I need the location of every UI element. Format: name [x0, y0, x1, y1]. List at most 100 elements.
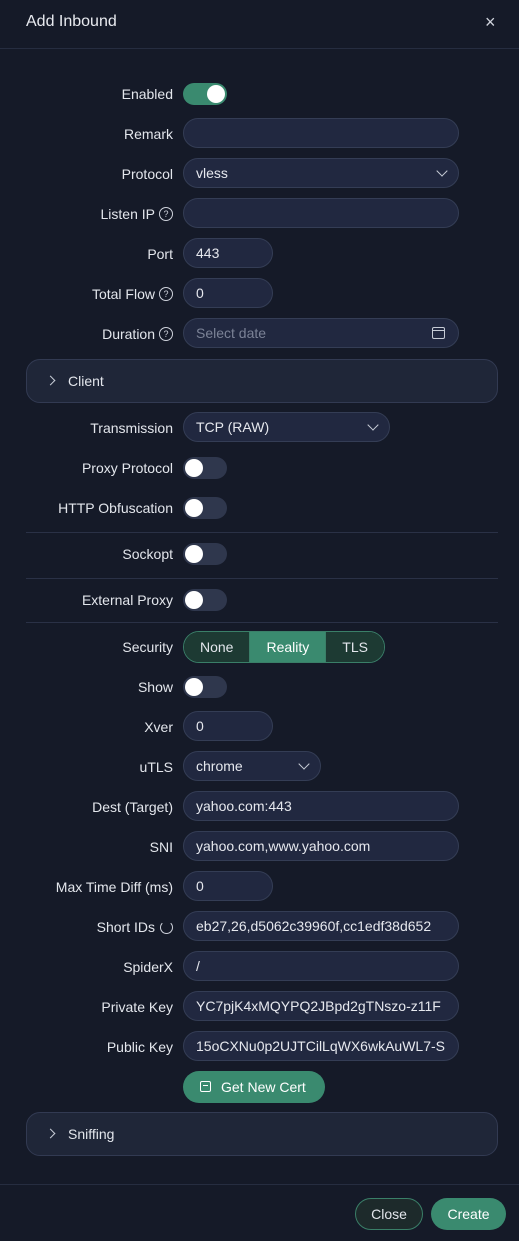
chevron-down-icon — [436, 165, 448, 177]
sockopt-row: Sockopt — [0, 538, 519, 570]
toggle-knob — [185, 678, 203, 696]
transmission-label: Transmission — [90, 420, 173, 436]
sni-input[interactable]: yahoo.com,www.yahoo.com — [183, 831, 459, 861]
short-ids-label: Short IDs — [96, 919, 155, 935]
duration-row: Duration? Select date — [0, 318, 519, 350]
enabled-row: Enabled — [0, 78, 519, 110]
max-time-diff-label: Max Time Diff (ms) — [55, 879, 173, 895]
show-toggle[interactable] — [183, 676, 227, 698]
get-cert-row: Get New Cert — [0, 1071, 519, 1103]
max-time-diff-input[interactable]: 0 — [183, 871, 273, 901]
total-flow-label-wrap: Total Flow? — [92, 278, 173, 310]
help-icon[interactable]: ? — [159, 207, 173, 222]
proxy-protocol-row: Proxy Protocol — [0, 452, 519, 484]
toggle-knob — [207, 85, 225, 103]
sockopt-label: Sockopt — [122, 546, 173, 562]
certificate-icon — [200, 1081, 211, 1092]
sni-label: SNI — [149, 839, 173, 855]
xver-input[interactable]: 0 — [183, 711, 273, 741]
sni-row: SNI yahoo.com,www.yahoo.com — [0, 831, 519, 863]
divider — [26, 532, 498, 533]
security-option-none[interactable]: None — [184, 632, 251, 662]
external-proxy-row: External Proxy — [0, 584, 519, 616]
chevron-down-icon — [367, 419, 379, 431]
utls-label: uTLS — [139, 759, 173, 775]
help-icon[interactable]: ? — [159, 287, 173, 302]
help-icon[interactable]: ? — [159, 327, 173, 342]
total-flow-row: Total Flow? 0 — [0, 278, 519, 310]
show-row: Show — [0, 671, 519, 703]
http-obfuscation-row: HTTP Obfuscation — [0, 492, 519, 524]
dest-row: Dest (Target) yahoo.com:443 — [0, 791, 519, 823]
protocol-row: Protocol vless — [0, 158, 519, 190]
remark-label: Remark — [123, 126, 173, 142]
protocol-label: Protocol — [121, 166, 173, 182]
public-key-input[interactable]: 15oCXNu0p2UJTCilLqWX6wkAuWL7-S — [183, 1031, 459, 1061]
security-row: Security None Reality TLS — [0, 631, 519, 663]
enabled-label: Enabled — [121, 86, 173, 102]
toggle-knob — [185, 459, 203, 477]
proxy-protocol-toggle[interactable] — [183, 457, 227, 479]
duration-placeholder: Select date — [196, 325, 267, 341]
remark-input[interactable] — [183, 118, 459, 148]
spiderx-input[interactable]: / — [183, 951, 459, 981]
utls-row: uTLS chrome — [0, 751, 519, 783]
remark-row: Remark — [0, 118, 519, 150]
add-inbound-modal: Add Inbound × Enabled Remark Protocol vl… — [0, 0, 519, 1240]
listen-ip-row: Listen IP? — [0, 198, 519, 230]
port-input[interactable]: 443 — [183, 238, 273, 268]
xver-label: Xver — [144, 719, 173, 735]
sniffing-panel[interactable]: Sniffing — [26, 1112, 498, 1156]
total-flow-label: Total Flow — [91, 286, 155, 302]
show-label: Show — [137, 679, 173, 695]
listen-ip-label-wrap: Listen IP? — [101, 198, 173, 230]
close-button[interactable]: Close — [355, 1198, 423, 1230]
port-row: Port 443 — [0, 238, 519, 270]
sniffing-panel-label: Sniffing — [68, 1126, 115, 1142]
close-icon[interactable]: × — [485, 12, 496, 33]
http-obfuscation-toggle[interactable] — [183, 497, 227, 519]
modal-header: Add Inbound × — [0, 0, 519, 49]
client-panel-label: Client — [68, 373, 104, 389]
spiderx-row: SpiderX / — [0, 951, 519, 983]
modal-footer: Close Create — [0, 1184, 519, 1241]
protocol-value: vless — [196, 165, 228, 181]
get-new-cert-label: Get New Cert — [221, 1079, 306, 1095]
enabled-toggle[interactable] — [183, 83, 227, 105]
short-ids-input[interactable]: eb27,26,d5062c39960f,cc1edf38d652 — [183, 911, 459, 941]
security-option-reality[interactable]: Reality — [250, 632, 327, 662]
toggle-knob — [185, 591, 203, 609]
transmission-select[interactable]: TCP (RAW) — [183, 412, 390, 442]
sockopt-toggle[interactable] — [183, 543, 227, 565]
port-label: Port — [147, 246, 173, 262]
chevron-right-icon — [45, 375, 56, 386]
public-key-row: Public Key 15oCXNu0p2UJTCilLqWX6wkAuWL7-… — [0, 1031, 519, 1063]
xver-row: Xver 0 — [0, 711, 519, 743]
toggle-knob — [185, 545, 203, 563]
create-button[interactable]: Create — [431, 1198, 506, 1230]
client-panel[interactable]: Client — [26, 359, 498, 403]
utls-select[interactable]: chrome — [183, 751, 321, 781]
refresh-icon[interactable] — [160, 920, 173, 934]
external-proxy-toggle[interactable] — [183, 589, 227, 611]
dest-input[interactable]: yahoo.com:443 — [183, 791, 459, 821]
transmission-value: TCP (RAW) — [196, 419, 270, 435]
security-segmented-control: None Reality TLS — [183, 631, 385, 663]
private-key-label: Private Key — [101, 999, 173, 1015]
toggle-knob — [185, 499, 203, 517]
public-key-label: Public Key — [106, 1039, 173, 1055]
private-key-input[interactable]: YC7pjK4xMQYPQ2JBpd2gTNszo-z11F — [183, 991, 459, 1021]
transmission-row: Transmission TCP (RAW) — [0, 412, 519, 444]
duration-date-picker[interactable]: Select date — [183, 318, 459, 348]
listen-ip-input[interactable] — [183, 198, 459, 228]
listen-ip-label: Listen IP — [100, 206, 155, 222]
get-new-cert-button[interactable]: Get New Cert — [183, 1071, 325, 1103]
spiderx-label: SpiderX — [123, 959, 173, 975]
security-option-tls[interactable]: TLS — [326, 632, 384, 662]
divider — [26, 622, 498, 623]
protocol-select[interactable]: vless — [183, 158, 459, 188]
total-flow-input[interactable]: 0 — [183, 278, 273, 308]
short-ids-label-wrap: Short IDs — [97, 911, 173, 943]
max-time-diff-row: Max Time Diff (ms) 0 — [0, 871, 519, 903]
chevron-right-icon — [45, 1128, 56, 1139]
